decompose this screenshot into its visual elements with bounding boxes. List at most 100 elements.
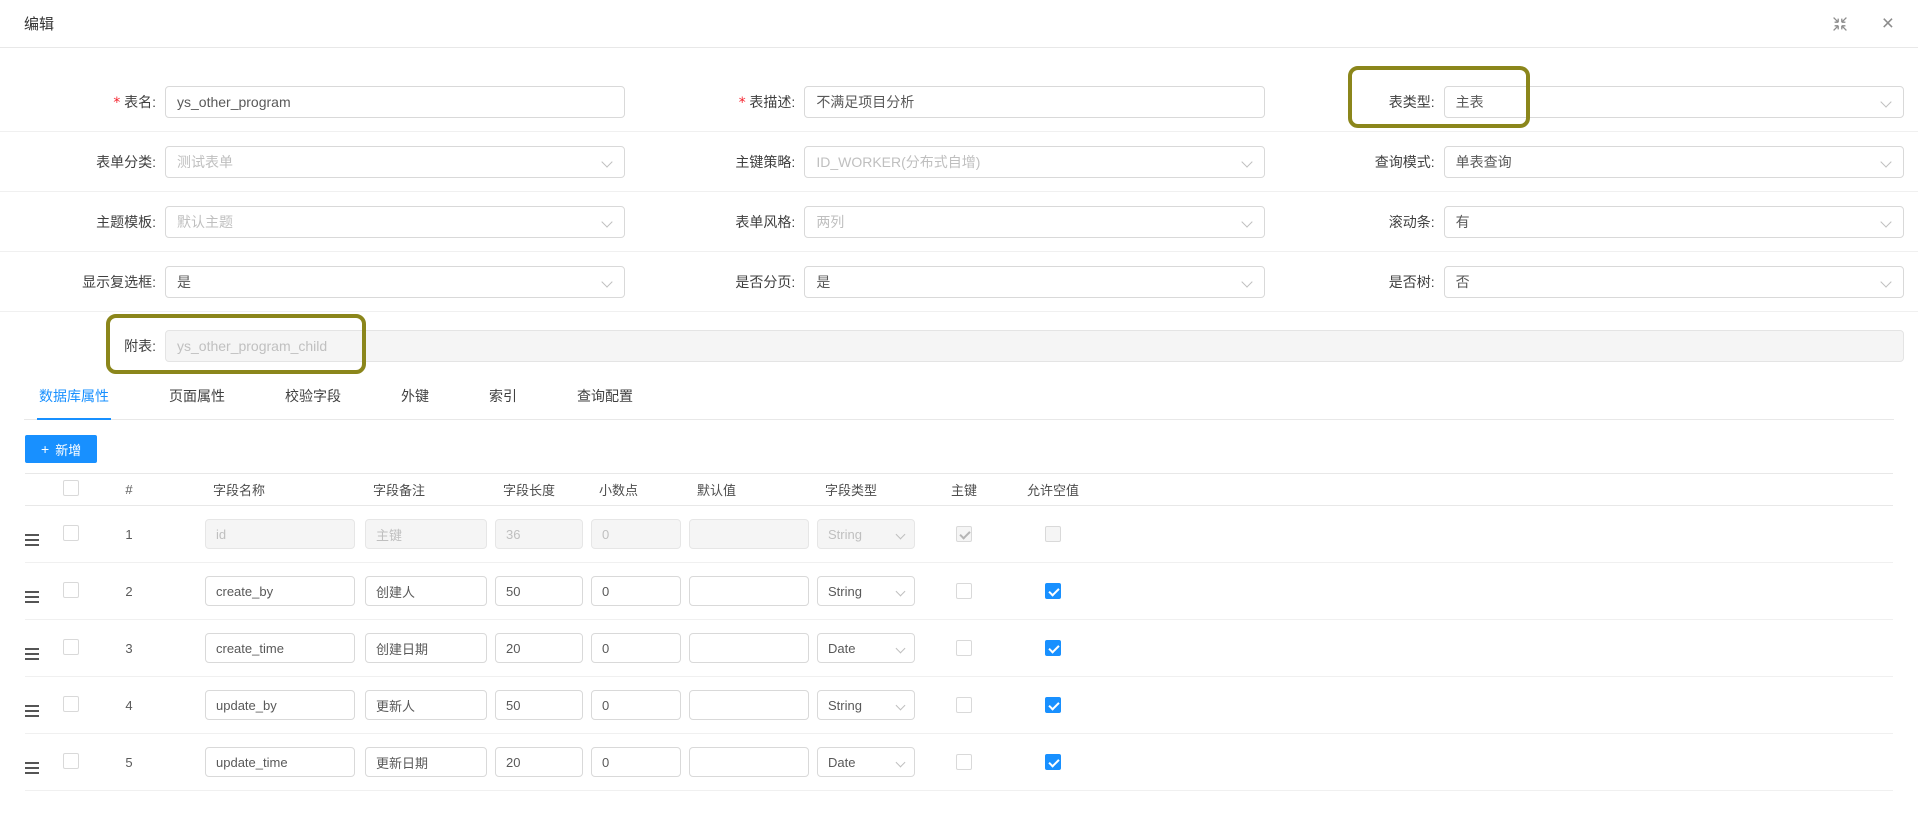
- drag-handle-icon[interactable]: [25, 703, 39, 717]
- field-comment-input[interactable]: [365, 633, 487, 663]
- pk-strategy-select[interactable]: ID_WORKER(分布式自增): [804, 145, 1265, 178]
- field-default-input[interactable]: [689, 576, 809, 606]
- pk-checkbox: [956, 526, 972, 542]
- tab-indexes[interactable]: 索引: [487, 386, 519, 419]
- is-paging-select[interactable]: 是: [804, 265, 1265, 298]
- chevron-down-icon: [601, 275, 613, 288]
- scrollbar-select[interactable]: 有: [1443, 205, 1904, 238]
- query-mode-select[interactable]: 单表查询: [1443, 145, 1904, 178]
- allow-null-checkbox[interactable]: [1045, 754, 1061, 770]
- field-scrollbar: 滚动条: 有: [1279, 205, 1918, 238]
- table-row: 1 String: [25, 506, 1893, 563]
- form-style-label: 表单风格:: [735, 213, 796, 230]
- row-checkbox[interactable]: [63, 695, 79, 712]
- col-header-index: #: [125, 482, 133, 497]
- tab-foreign-keys[interactable]: 外键: [399, 386, 431, 419]
- field-decimal-input[interactable]: [591, 576, 681, 606]
- field-form-category: 表单分类: 测试表单: [0, 145, 639, 178]
- field-type-select[interactable]: Date: [817, 633, 915, 663]
- field-type-select[interactable]: String: [817, 576, 915, 606]
- field-length-input[interactable]: [495, 690, 583, 720]
- table-row: 2 String: [25, 563, 1893, 620]
- row-index: 4: [125, 697, 133, 713]
- chevron-down-icon: [601, 215, 613, 228]
- field-default-input[interactable]: [689, 690, 809, 720]
- table-desc-input[interactable]: [804, 85, 1265, 118]
- field-type-select: String: [817, 519, 915, 549]
- add-button[interactable]: + 新增: [25, 435, 98, 463]
- field-name-input: [205, 519, 355, 549]
- field-length-input[interactable]: [495, 747, 583, 777]
- tab-bar: 数据库属性 页面属性 校验字段 外键 索引 查询配置: [24, 380, 1894, 420]
- fields-table: # 字段名称 字段备注 字段长度 小数点 默认值 字段类型 主键 允许空值 1 …: [25, 473, 1893, 791]
- tab-validate-fields[interactable]: 校验字段: [283, 386, 343, 419]
- chevron-down-icon: [1240, 275, 1253, 288]
- close-icon[interactable]: ×: [1882, 13, 1894, 34]
- field-name-input[interactable]: [205, 633, 355, 663]
- table-header-row: # 字段名称 字段备注 字段长度 小数点 默认值 字段类型 主键 允许空值: [25, 473, 1893, 506]
- field-theme-template: 主题模板: 默认主题: [0, 205, 639, 238]
- edit-form: *表名: *表描述: 表类型: 主表 表单分类: 测试表单 主键策略: ID_W…: [0, 48, 1918, 380]
- select-value: 两列: [816, 213, 845, 230]
- form-style-select[interactable]: 两列: [804, 205, 1265, 238]
- row-checkbox[interactable]: [63, 752, 79, 769]
- row-checkbox[interactable]: [63, 638, 79, 655]
- row-checkbox[interactable]: [63, 581, 79, 598]
- field-table-type: 表类型: 主表: [1279, 85, 1918, 118]
- field-length-input[interactable]: [495, 633, 583, 663]
- allow-null-checkbox[interactable]: [1045, 583, 1061, 599]
- table-name-input[interactable]: [165, 85, 626, 118]
- field-type-select[interactable]: String: [817, 690, 915, 720]
- allow-null-checkbox[interactable]: [1045, 697, 1061, 713]
- tab-page-properties[interactable]: 页面属性: [167, 386, 227, 419]
- pk-checkbox[interactable]: [956, 754, 972, 770]
- chevron-down-icon: [895, 700, 906, 711]
- field-decimal-input[interactable]: [591, 633, 681, 663]
- form-category-select[interactable]: 测试表单: [165, 145, 626, 178]
- form-row-5: 附表:: [0, 312, 1918, 380]
- chevron-down-icon: [1240, 215, 1253, 228]
- field-name-input[interactable]: [205, 747, 355, 777]
- scrollbar-label: 滚动条:: [1388, 213, 1435, 230]
- show-checkbox-select[interactable]: 是: [165, 265, 626, 298]
- field-length-input[interactable]: [495, 576, 583, 606]
- field-name-input[interactable]: [205, 690, 355, 720]
- fullscreen-exit-icon[interactable]: [1832, 16, 1848, 32]
- chevron-down-icon: [895, 529, 906, 540]
- field-name-input[interactable]: [205, 576, 355, 606]
- col-header-default: 默认值: [697, 483, 737, 498]
- table-row: 4 String: [25, 677, 1893, 734]
- field-type-select[interactable]: Date: [817, 747, 915, 777]
- drag-handle-icon[interactable]: [25, 532, 39, 546]
- field-comment-input[interactable]: [365, 690, 487, 720]
- pk-checkbox[interactable]: [956, 640, 972, 656]
- drag-handle-icon[interactable]: [25, 589, 39, 603]
- form-row-4: 显示复选框: 是 是否分页: 是 是否树: 否: [0, 252, 1918, 312]
- is-tree-label: 是否树:: [1388, 273, 1435, 290]
- tab-database-properties[interactable]: 数据库属性: [37, 386, 111, 420]
- col-header-type: 字段类型: [825, 483, 878, 498]
- pk-checkbox[interactable]: [956, 697, 972, 713]
- field-default-input[interactable]: [689, 633, 809, 663]
- is-tree-select[interactable]: 否: [1443, 265, 1904, 298]
- table-type-select[interactable]: 主表: [1443, 85, 1904, 118]
- select-all-checkbox[interactable]: [63, 480, 79, 496]
- row-checkbox[interactable]: [63, 524, 79, 541]
- drag-handle-icon[interactable]: [25, 760, 39, 774]
- field-default-input[interactable]: [689, 747, 809, 777]
- theme-template-select[interactable]: 默认主题: [165, 205, 626, 238]
- pk-checkbox[interactable]: [956, 583, 972, 599]
- chevron-down-icon: [1880, 95, 1892, 108]
- tab-query-config[interactable]: 查询配置: [575, 386, 635, 419]
- allow-null-checkbox: [1045, 526, 1061, 542]
- field-comment-input[interactable]: [365, 576, 487, 606]
- field-decimal-input[interactable]: [591, 747, 681, 777]
- chevron-down-icon: [895, 643, 906, 654]
- field-comment-input[interactable]: [365, 747, 487, 777]
- theme-template-label: 主题模板:: [96, 213, 156, 230]
- field-decimal-input[interactable]: [591, 690, 681, 720]
- select-value: 主表: [1455, 93, 1484, 110]
- drag-handle-icon[interactable]: [25, 646, 39, 660]
- allow-null-checkbox[interactable]: [1045, 640, 1061, 656]
- select-value: 是: [816, 273, 831, 290]
